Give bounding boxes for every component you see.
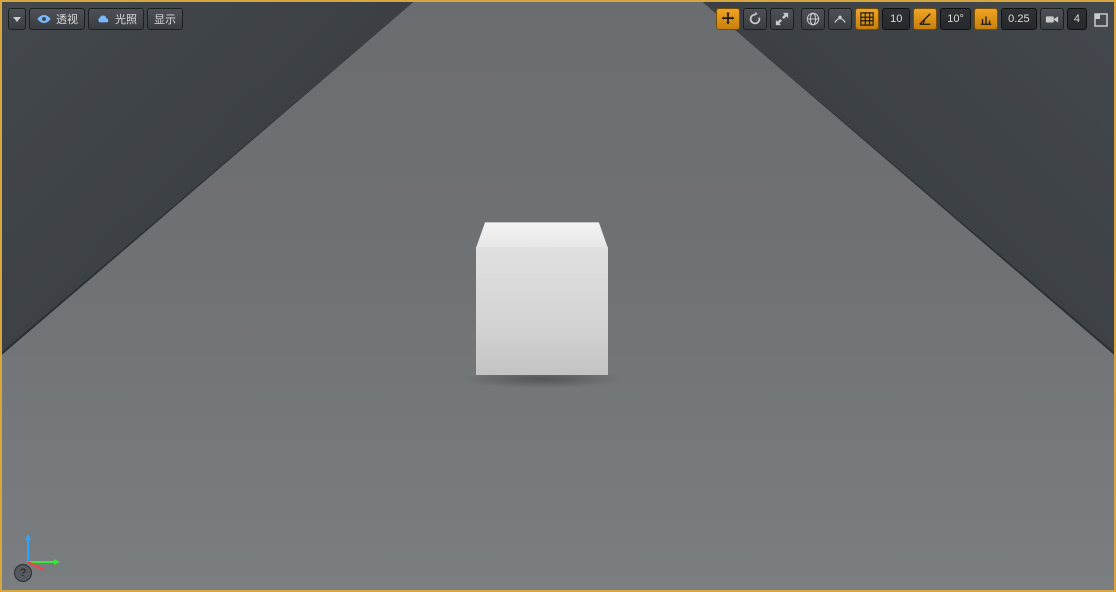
camera-speed-button[interactable] (1040, 8, 1064, 30)
scale-snap-value[interactable]: 0.25 (1001, 8, 1037, 30)
grid-snap-value[interactable]: 10 (882, 8, 910, 30)
viewport-options-dropdown[interactable] (8, 8, 26, 30)
camera-speed-value[interactable]: 4 (1067, 8, 1087, 30)
cube-front-face (476, 247, 608, 375)
angle-icon (918, 12, 932, 26)
viewport-3d[interactable] (2, 2, 1114, 590)
scale-tool-button[interactable] (770, 8, 794, 30)
scale-snap-button[interactable] (974, 8, 998, 30)
scale-icon (775, 12, 789, 26)
scene-cube[interactable] (472, 192, 612, 377)
show-label: 显示 (154, 11, 176, 27)
lighting-icon (95, 13, 111, 25)
rotate-icon (748, 12, 762, 26)
world-local-button[interactable] (801, 8, 825, 30)
move-icon (721, 12, 735, 26)
arrowhead-z (25, 534, 31, 540)
toolbar-left-group: 透视 光照 显示 (8, 8, 183, 32)
surface-snap-button[interactable] (828, 8, 852, 30)
perspective-icon (36, 13, 52, 25)
cube-top-face (476, 222, 608, 248)
surface-snap-icon (833, 12, 847, 26)
toolbar-right-group: 10 10° 0.25 4 (716, 8, 1108, 32)
grid-snap-button[interactable] (855, 8, 879, 30)
lighting-label: 光照 (115, 11, 137, 27)
show-button[interactable]: 显示 (147, 8, 183, 30)
scale-snap-icon (979, 12, 993, 26)
help-button[interactable]: ? (14, 564, 32, 582)
rotate-tool-button[interactable] (743, 8, 767, 30)
viewport-frame: 透视 光照 显示 (0, 0, 1116, 592)
camera-icon (1045, 12, 1059, 26)
angle-snap-button[interactable] (913, 8, 937, 30)
caret-down-icon (13, 17, 21, 22)
maximize-viewport-button[interactable] (1094, 13, 1108, 27)
lighting-button[interactable]: 光照 (88, 8, 144, 30)
grid-icon (860, 12, 874, 26)
globe-icon (806, 12, 820, 26)
move-tool-button[interactable] (716, 8, 740, 30)
arrowhead-y (54, 559, 60, 565)
angle-snap-value[interactable]: 10° (940, 8, 971, 30)
perspective-button[interactable]: 透视 (29, 8, 85, 30)
perspective-label: 透视 (56, 11, 78, 27)
help-label: ? (20, 567, 26, 579)
viewport-toolbar: 透视 光照 显示 (8, 8, 1108, 32)
